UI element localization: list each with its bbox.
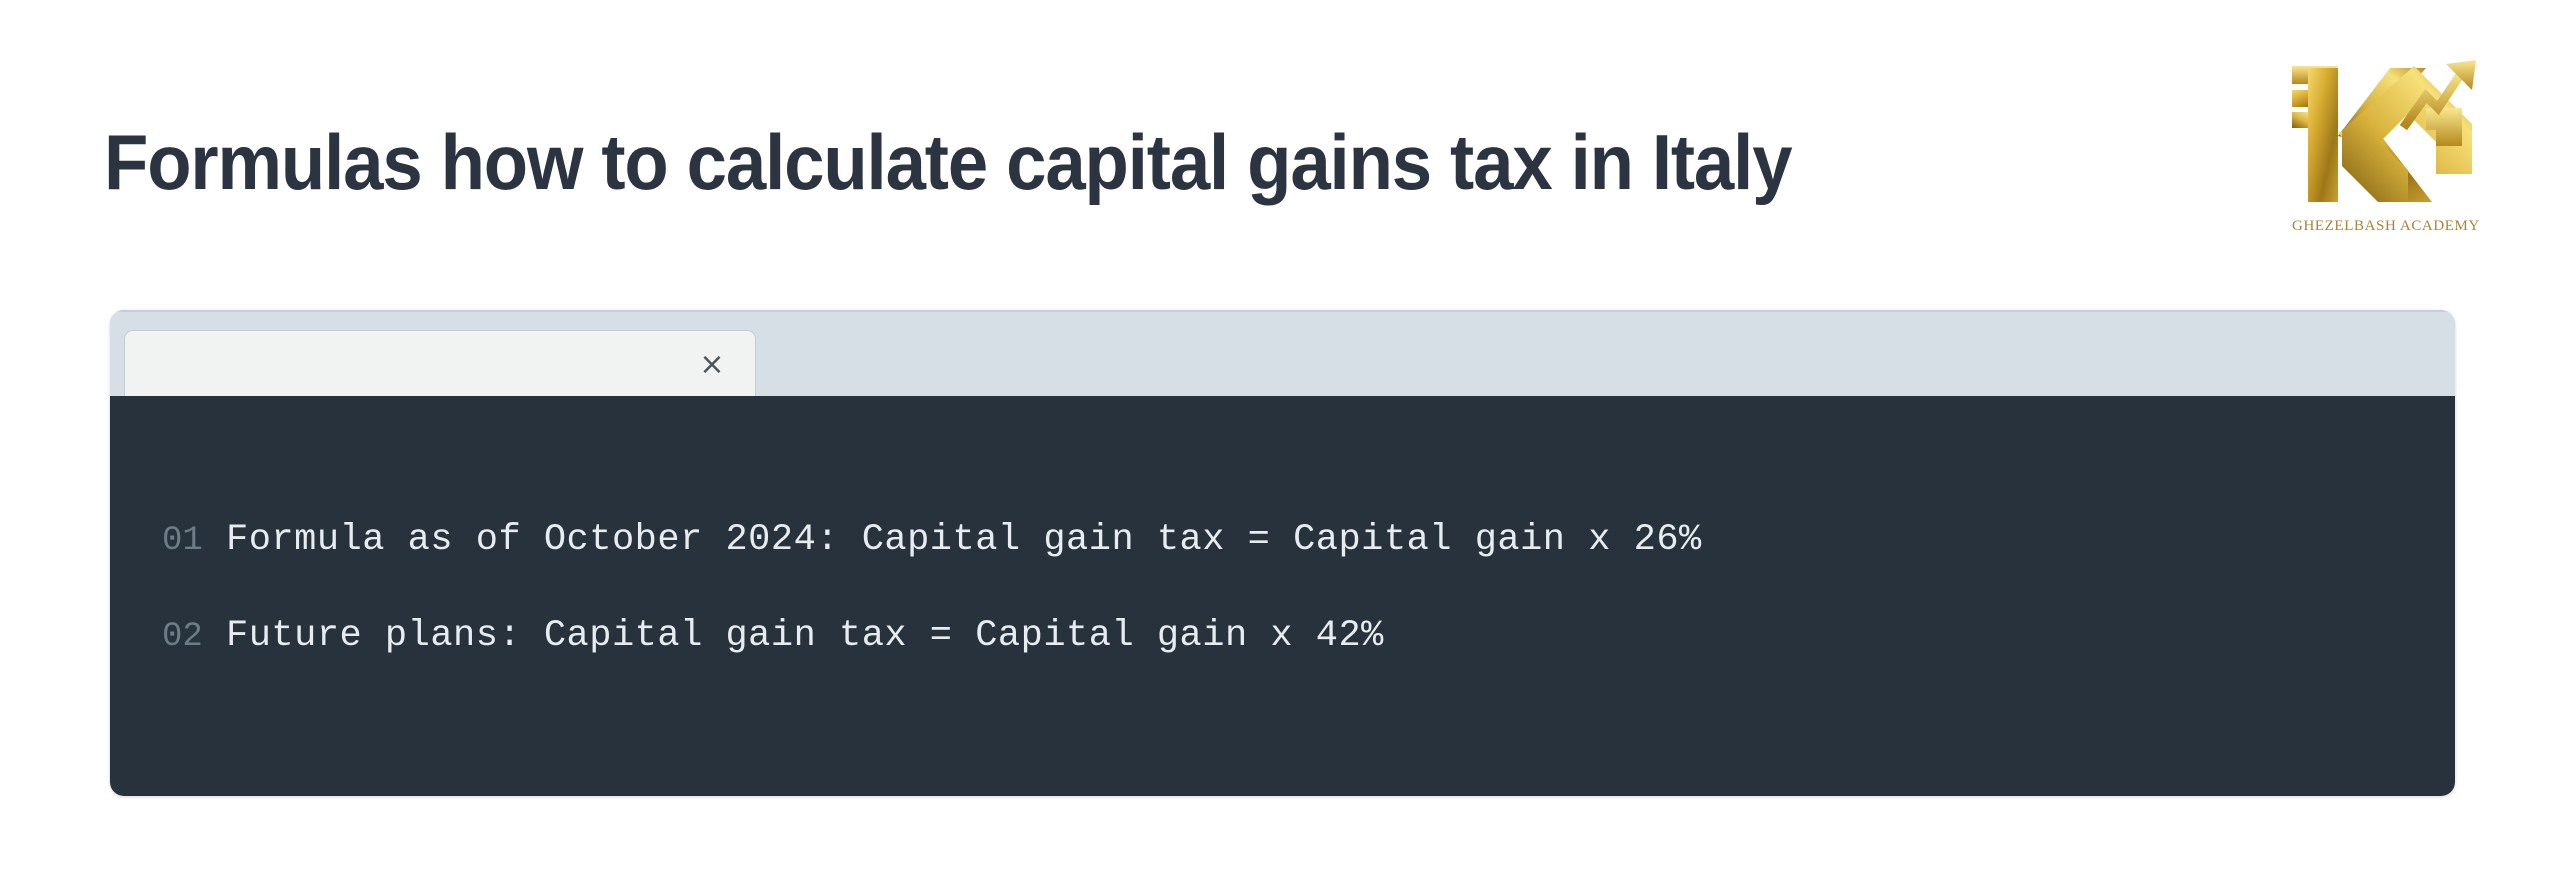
line-number: 01 — [162, 522, 203, 560]
line-number: 02 — [162, 618, 203, 656]
page-header: Formulas how to calculate capital gains … — [0, 0, 2560, 300]
line-content: Formula as of October 2024: Capital gain… — [226, 519, 1702, 561]
close-icon[interactable]: × — [695, 348, 729, 382]
line-content: Future plans: Capital gain tax = Capital… — [226, 615, 1384, 657]
code-tab-active[interactable]: × — [125, 331, 755, 398]
code-body[interactable]: 01 Formula as of October 2024: Capital g… — [110, 396, 2455, 796]
code-snippet-card: × 01 Formula as of October 2024: Capital… — [110, 310, 2455, 796]
code-line: 01 Formula as of October 2024: Capital g… — [110, 492, 2455, 588]
brand-logo: GHEZELBASH ACADEMY — [2286, 50, 2486, 250]
page-title: Formulas how to calculate capital gains … — [104, 118, 1793, 207]
logo-wordmark: GHEZELBASH ACADEMY — [2292, 218, 2480, 234]
code-tab-bar: × — [110, 310, 2455, 398]
kg-monogram-icon — [2286, 50, 2486, 218]
code-line: 02 Future plans: Capital gain tax = Capi… — [110, 588, 2455, 684]
